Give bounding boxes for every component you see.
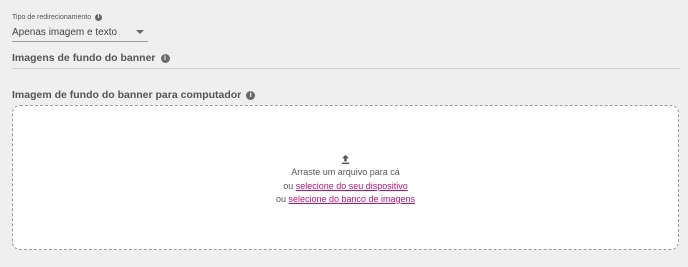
desktop-banner-dropzone[interactable]: Arraste um arquivo para cá ou selecione … [12,105,679,250]
redirect-type-label-row: Tipo de redirecionamento i [12,13,148,22]
info-icon[interactable]: i [160,53,170,63]
select-from-device-link[interactable]: selecione do seu dispositivo [296,181,408,191]
banner-images-heading: Imagens de fundo do banner i [12,52,170,64]
chevron-down-icon[interactable] [136,30,144,34]
info-icon[interactable]: i [95,14,103,21]
redirect-type-field[interactable]: Apenas imagem e texto [12,25,148,42]
select-from-image-bank-link[interactable]: selecione do banco de imagens [288,194,415,204]
redirect-type-select[interactable]: Tipo de redirecionamento i Apenas imagem… [12,13,148,42]
or-text: ou [275,194,286,204]
dropzone-content: Arraste um arquivo para cá ou selecione … [13,154,678,207]
device-line: ou selecione do seu dispositivo [13,180,678,194]
desktop-banner-title: Imagem de fundo do banner para computado… [12,89,242,101]
upload-icon [341,154,350,165]
divider [12,68,680,69]
redirect-type-value: Apenas imagem e texto [12,26,118,38]
or-text: ou [283,180,294,191]
banner-images-title: Imagens de fundo do banner [12,52,156,64]
bank-line: ou selecione do banco de imagens [13,193,678,207]
redirect-type-label: Tipo de redirecionamento [12,14,92,21]
desktop-banner-heading: Imagem de fundo do banner para computado… [12,89,256,101]
drag-text: Arraste um arquivo para cá [291,167,400,177]
info-icon[interactable]: i [246,90,256,100]
